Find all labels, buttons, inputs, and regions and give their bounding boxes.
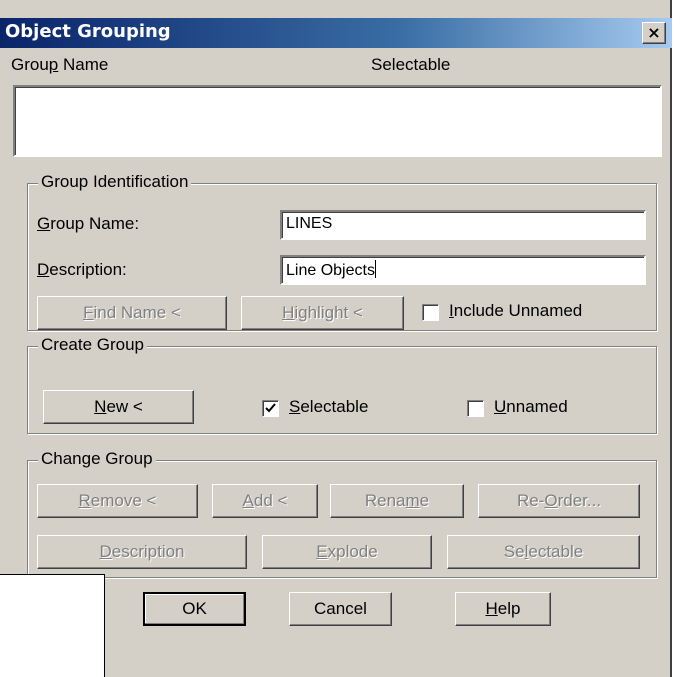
group-identification-title: Group Identification bbox=[38, 172, 192, 192]
rename-button[interactable]: Rename bbox=[330, 484, 464, 518]
title-bar[interactable]: Object Grouping × bbox=[0, 18, 672, 48]
remove-button[interactable]: Remove < bbox=[37, 484, 198, 518]
create-group-title: Create Group bbox=[38, 335, 147, 355]
group-name-field[interactable]: LINES bbox=[280, 210, 646, 240]
overlay-blank-box bbox=[0, 574, 105, 677]
create-unnamed-checkbox[interactable] bbox=[467, 400, 484, 417]
find-name-button[interactable]: Find Name < bbox=[37, 296, 227, 330]
column-header-group-name: Group Name bbox=[11, 55, 109, 74]
description-field[interactable]: Line Objects bbox=[280, 255, 646, 285]
group-list[interactable] bbox=[13, 85, 662, 157]
description-label: Description: bbox=[37, 260, 127, 279]
new-button[interactable]: New < bbox=[43, 390, 194, 424]
reorder-button[interactable]: Re-Order... bbox=[478, 484, 640, 518]
checkmark-icon bbox=[265, 403, 276, 413]
add-button[interactable]: Add < bbox=[212, 484, 318, 518]
include-unnamed-checkbox[interactable] bbox=[422, 304, 439, 321]
column-header-selectable: Selectable bbox=[371, 55, 451, 74]
change-group-title: Change Group bbox=[38, 449, 156, 469]
explode-button[interactable]: Explode bbox=[262, 535, 432, 569]
text-caret bbox=[374, 260, 376, 278]
create-unnamed-label[interactable]: Unnamed bbox=[494, 397, 568, 417]
cancel-button[interactable]: Cancel bbox=[289, 592, 392, 626]
include-unnamed-label[interactable]: Include Unnamed bbox=[449, 301, 582, 321]
highlight-button[interactable]: Highlight < bbox=[241, 296, 404, 330]
description-value: Line Objects bbox=[286, 262, 375, 279]
create-selectable-checkbox[interactable] bbox=[262, 400, 279, 417]
create-selectable-label[interactable]: Selectable bbox=[289, 397, 368, 417]
window-title: Object Grouping bbox=[5, 21, 171, 42]
change-selectable-button[interactable]: Selectable bbox=[447, 535, 640, 569]
group-name-label: Group Name: bbox=[37, 214, 140, 233]
change-description-button[interactable]: Description bbox=[37, 535, 247, 569]
close-icon[interactable]: × bbox=[642, 22, 666, 44]
help-button[interactable]: Help bbox=[455, 592, 551, 626]
ok-button[interactable]: OK bbox=[143, 592, 246, 626]
